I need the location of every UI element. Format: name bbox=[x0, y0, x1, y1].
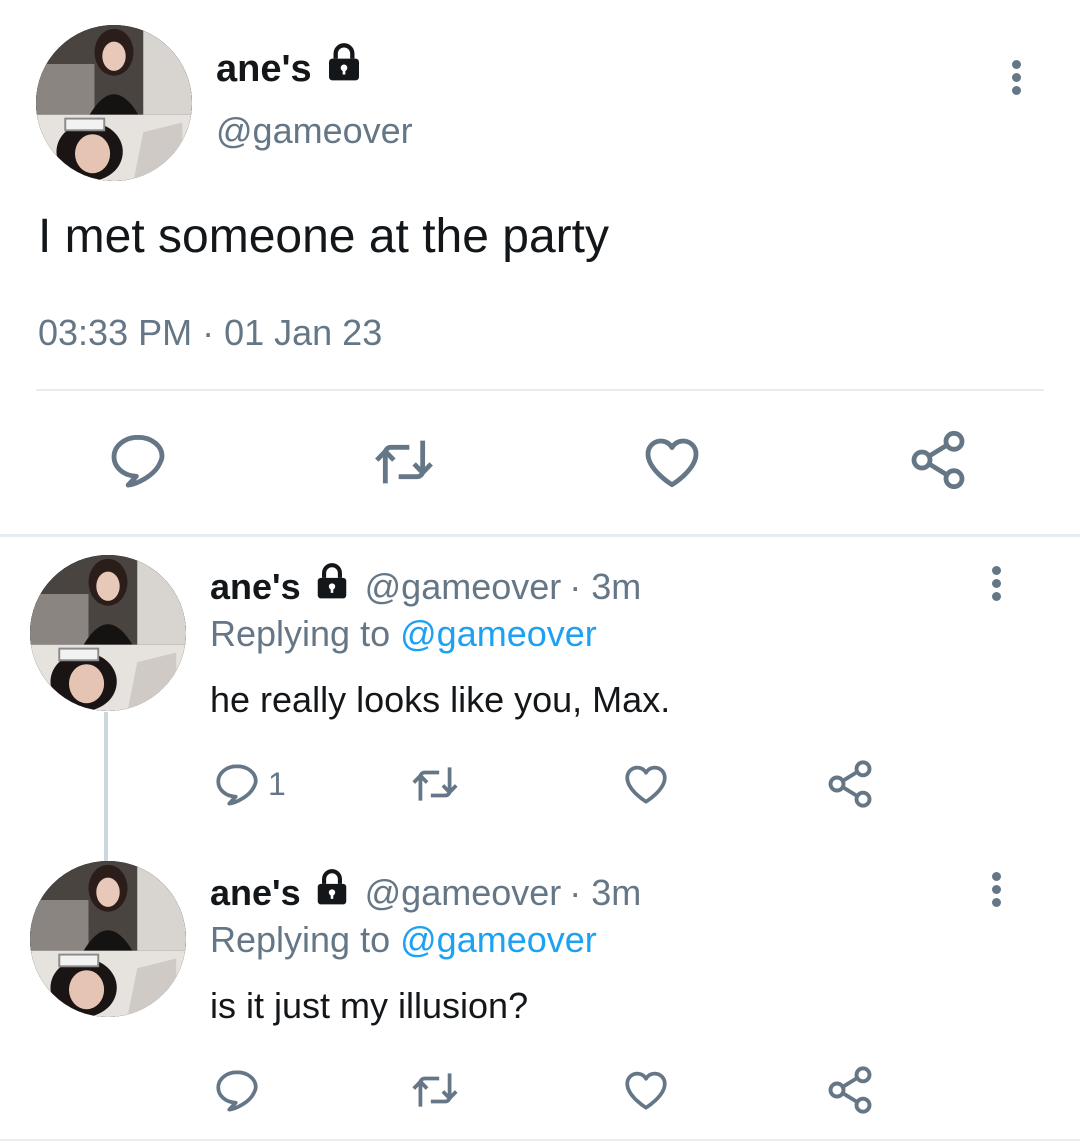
share-icon[interactable] bbox=[824, 758, 876, 810]
like-icon[interactable] bbox=[620, 758, 672, 810]
tweet-timestamp[interactable]: 03:33 PM · 01 Jan 23 bbox=[38, 308, 382, 358]
reply-header: ane's @gameover · 3m bbox=[210, 868, 641, 918]
reply-icon[interactable]: 1 bbox=[212, 758, 286, 810]
author-name[interactable]: ane's bbox=[210, 869, 301, 917]
more-icon[interactable] bbox=[992, 562, 1004, 605]
retweet-icon[interactable] bbox=[408, 758, 462, 810]
share-icon[interactable] bbox=[906, 428, 970, 492]
section-divider bbox=[0, 534, 1080, 537]
author-handle[interactable]: @gameover bbox=[365, 563, 562, 611]
reply-text: is it just my illusion? bbox=[210, 985, 529, 1026]
lock-icon bbox=[322, 42, 366, 95]
avatar[interactable] bbox=[30, 861, 186, 1017]
author-handle[interactable]: @gameover bbox=[216, 106, 413, 156]
retweet-icon[interactable] bbox=[370, 430, 438, 494]
divider bbox=[36, 389, 1044, 391]
main-author-name[interactable]: ane's bbox=[216, 42, 366, 95]
avatar[interactable] bbox=[36, 25, 192, 181]
more-icon[interactable] bbox=[992, 868, 1004, 911]
reply-time: · 3m bbox=[569, 566, 642, 607]
replying-to: Replying to @gameover bbox=[210, 610, 597, 658]
replying-prefix: Replying to bbox=[210, 919, 391, 960]
reply-header: ane's @gameover · 3m bbox=[210, 562, 641, 612]
author-name[interactable]: ane's bbox=[210, 563, 301, 611]
more-icon[interactable] bbox=[1012, 56, 1024, 99]
replying-to-link[interactable]: @gameover bbox=[400, 613, 597, 654]
author-handle[interactable]: @gameover bbox=[365, 869, 562, 917]
replying-to-link[interactable]: @gameover bbox=[400, 919, 597, 960]
author-name[interactable]: ane's bbox=[216, 44, 312, 94]
like-icon[interactable] bbox=[640, 430, 704, 494]
avatar[interactable] bbox=[30, 555, 186, 711]
lock-icon bbox=[311, 562, 353, 612]
tweet-text: I met someone at the party bbox=[38, 210, 609, 263]
bottom-divider bbox=[0, 1139, 1080, 1141]
replying-prefix: Replying to bbox=[210, 613, 391, 654]
lock-icon bbox=[311, 868, 353, 918]
reply-icon[interactable] bbox=[212, 1064, 262, 1116]
share-icon[interactable] bbox=[824, 1064, 876, 1116]
thread-line bbox=[104, 712, 108, 862]
reply-icon[interactable] bbox=[106, 428, 170, 492]
replying-to: Replying to @gameover bbox=[210, 916, 597, 964]
reply-text: he really looks like you, Max. bbox=[210, 679, 671, 720]
like-icon[interactable] bbox=[620, 1064, 672, 1116]
reply-count: 1 bbox=[268, 765, 286, 802]
reply-time: · 3m bbox=[569, 872, 642, 913]
retweet-icon[interactable] bbox=[408, 1064, 462, 1116]
